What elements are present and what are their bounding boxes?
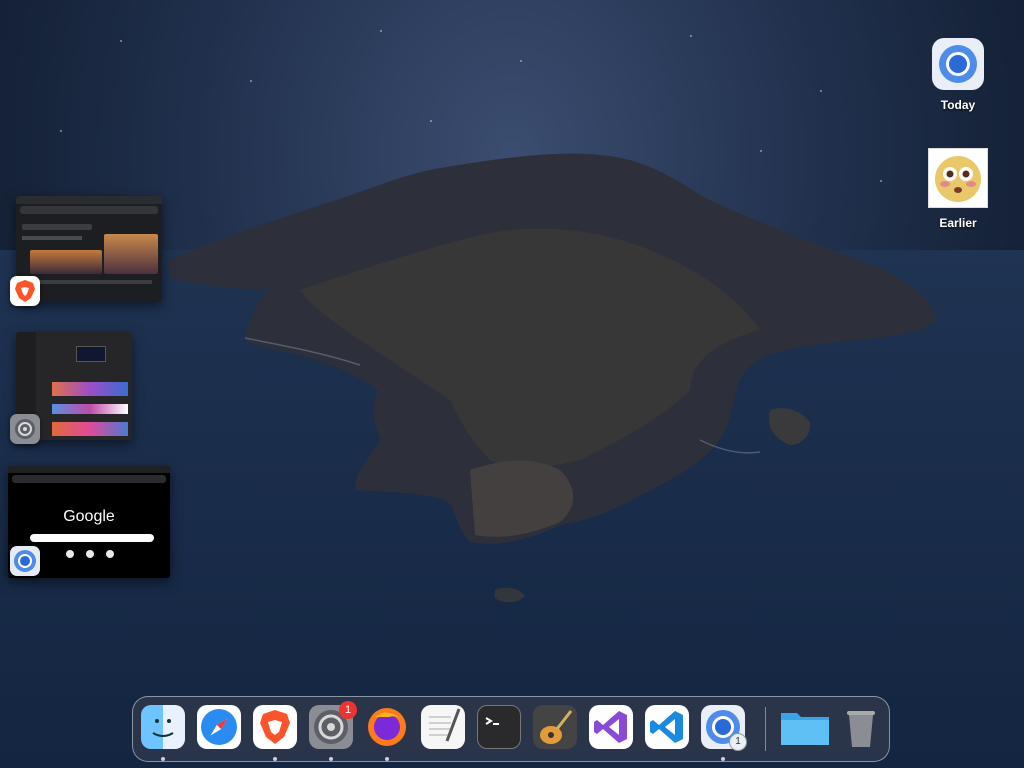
dock-firefox-icon[interactable] [365, 705, 409, 749]
chromium-icon[interactable] [10, 546, 40, 576]
window-count-badge: 1 [729, 733, 747, 751]
running-indicator [721, 757, 725, 761]
dock-safari-icon[interactable] [197, 705, 241, 749]
notification-badge: 1 [339, 701, 357, 719]
dock-visual-studio-icon[interactable] [589, 705, 633, 749]
dock-finder-icon[interactable] [141, 705, 185, 749]
dock-textedit-icon[interactable] [421, 705, 465, 749]
desktop-item-label: Today [940, 98, 976, 112]
desktop-item-label: Earlier [939, 216, 977, 230]
dock-trash-icon[interactable] [839, 705, 883, 749]
dock: 1 1 [132, 696, 890, 762]
running-indicator [329, 757, 333, 761]
running-indicator [385, 757, 389, 761]
google-logo-text: Google [63, 508, 115, 525]
dock-brave-icon[interactable] [253, 705, 297, 749]
desktop: Google Today Earlier 1 1 [0, 0, 1024, 768]
running-indicator [161, 757, 165, 761]
dock-vscode-icon[interactable] [645, 705, 689, 749]
search-box [30, 534, 154, 542]
emoji-face-image [928, 148, 988, 208]
chromium-icon [932, 38, 984, 90]
brave-icon[interactable] [10, 276, 40, 306]
dock-terminal-icon[interactable] [477, 705, 521, 749]
gear-icon[interactable] [10, 414, 40, 444]
dock-folder-icon[interactable] [779, 705, 829, 749]
dock-guitar-icon[interactable] [533, 705, 577, 749]
desktop-item-today[interactable]: Today [918, 38, 998, 112]
dock-separator [765, 707, 766, 751]
running-indicator [273, 757, 277, 761]
wallpaper-island [168, 153, 936, 603]
desktop-item-earlier[interactable]: Earlier [918, 148, 998, 230]
